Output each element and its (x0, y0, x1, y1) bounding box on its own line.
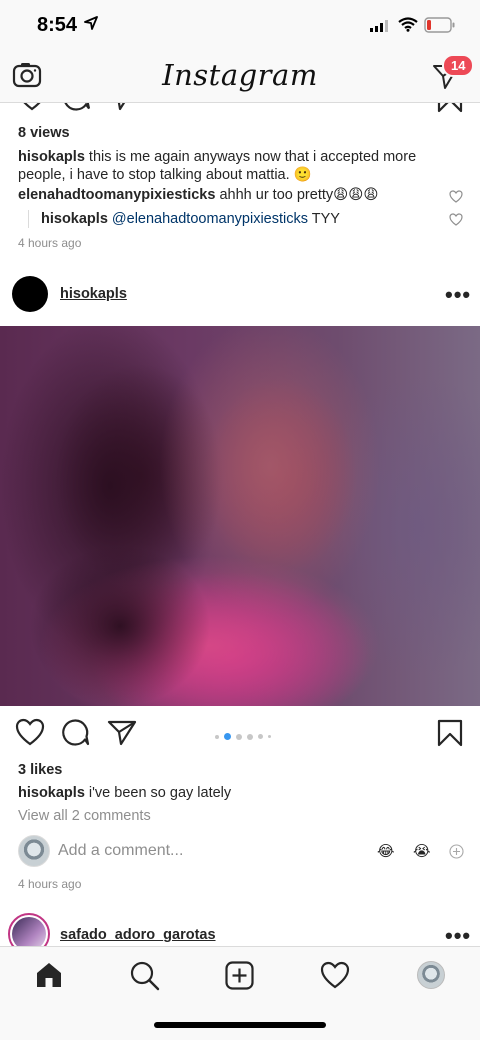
cellular-signal-icon (370, 20, 388, 32)
comment-icon[interactable] (62, 103, 92, 111)
more-options-icon[interactable]: ••• (445, 284, 471, 306)
comment-like-icon[interactable] (449, 190, 463, 203)
like-icon[interactable] (15, 718, 45, 746)
reply-like-icon[interactable] (449, 213, 463, 226)
activity-heart-icon[interactable] (320, 961, 350, 989)
user-avatar (18, 835, 50, 867)
comment-row: elenahadtoomanypixiesticks ahhh ur too p… (18, 186, 438, 204)
carousel-dot (235, 733, 242, 740)
home-indicator (154, 1022, 326, 1028)
reply-text: TYY (308, 211, 340, 227)
like-icon[interactable] (17, 103, 47, 111)
more-options-icon[interactable]: ••• (445, 925, 471, 947)
reply-username[interactable]: hisokapls (41, 211, 108, 227)
share-icon[interactable] (107, 718, 137, 746)
carousel-dot (257, 734, 263, 740)
carousel-dot (267, 735, 271, 739)
prev-post-action-bar (0, 103, 480, 113)
emoji-laugh-button[interactable]: 😂 (377, 842, 395, 860)
caption-username[interactable]: hisokapls (18, 785, 85, 801)
home-icon[interactable] (35, 961, 63, 989)
comment-username[interactable]: elenahadtoomanypixiesticks (18, 187, 215, 203)
carousel-dot (246, 733, 253, 740)
comment-icon[interactable] (61, 718, 91, 748)
profile-avatar[interactable] (417, 961, 445, 989)
reply-thread-line (28, 210, 29, 228)
comment-reply-row: hisokapls @elenahadtoomanypixiesticks TY… (41, 210, 441, 228)
add-comment-input[interactable]: Add a comment... (58, 842, 183, 860)
post-username[interactable]: hisokapls (60, 286, 127, 302)
bookmark-icon[interactable] (437, 103, 463, 113)
view-all-comments-link[interactable]: View all 2 comments (18, 807, 151, 825)
carousel-indicator (212, 728, 273, 746)
post-caption: hisokapls i've been so gay lately (18, 784, 231, 802)
prev-post-caption: hisokapls this is me again anyways now t… (18, 148, 448, 184)
avatar[interactable] (12, 276, 48, 312)
status-time: 8:54 (37, 14, 78, 36)
reply-mention[interactable]: @elenahadtoomanypixiesticks (108, 211, 308, 227)
wifi-icon (398, 17, 418, 32)
comment-text: ahhh ur too pretty😩😩😩 (215, 187, 379, 203)
post-photo-art (0, 326, 380, 706)
emoji-cry-button[interactable]: 😭 (413, 842, 431, 860)
likes-count[interactable]: 3 likes (18, 761, 62, 779)
prev-post-timestamp: 4 hours ago (18, 236, 82, 250)
battery-icon (424, 17, 455, 33)
bookmark-icon[interactable] (437, 719, 463, 747)
next-post-username[interactable]: safado_adoro_garotas (60, 927, 216, 943)
post-timestamp: 4 hours ago (18, 877, 82, 891)
carousel-dot-active (223, 733, 231, 741)
notification-badge[interactable]: 14 (442, 54, 475, 77)
app-header: Instagram 14 (0, 52, 480, 103)
status-bar: 8:54 (0, 0, 480, 52)
new-post-icon[interactable] (225, 961, 254, 990)
search-icon[interactable] (130, 961, 160, 991)
location-arrow-icon (84, 16, 98, 30)
views-count[interactable]: 8 views (18, 124, 70, 142)
post-image[interactable] (0, 326, 480, 706)
carousel-dot (214, 734, 219, 739)
caption-username[interactable]: hisokapls (18, 149, 85, 165)
caption-text: i've been so gay lately (84, 785, 232, 801)
add-emoji-icon[interactable] (449, 844, 464, 859)
share-icon[interactable] (106, 103, 136, 111)
instagram-logo: Instagram (162, 58, 318, 92)
